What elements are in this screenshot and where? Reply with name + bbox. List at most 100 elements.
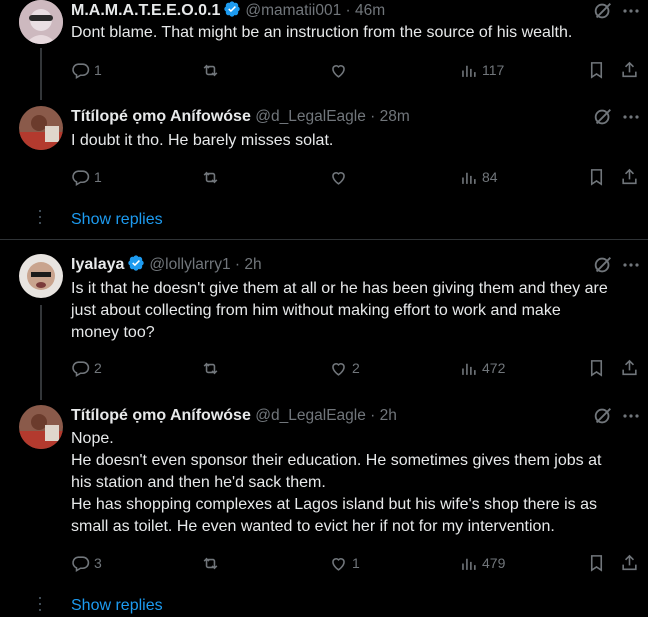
tweet-text-line: Nope. (71, 430, 114, 447)
thread-dots (38, 210, 42, 228)
avatar[interactable] (19, 254, 63, 298)
avatar[interactable] (19, 106, 63, 150)
views-icon (462, 65, 476, 77)
verified-badge-icon (128, 255, 145, 271)
retweet-button[interactable] (201, 166, 220, 188)
thread-line (40, 48, 42, 100)
handle-and-time[interactable]: @lollylarry1 · 2h (149, 256, 261, 273)
handle-and-time[interactable]: @d_LegalEagle · 2h (255, 407, 397, 424)
handle-and-time[interactable]: @mamatii001 · 46m (245, 2, 385, 19)
thread-line (40, 305, 42, 400)
views-button[interactable]: 472 (459, 357, 505, 379)
divider (0, 239, 648, 240)
bookmark-icon[interactable] (587, 166, 606, 188)
reply-count: 1 (94, 169, 102, 185)
views-count: 472 (482, 360, 506, 376)
grok-icon[interactable] (592, 106, 614, 128)
reply-button[interactable]: 1 (71, 59, 102, 81)
tweet-text: I doubt it tho. He barely misses solat. (71, 130, 641, 152)
tweet-text-line: I doubt it tho. He barely misses solat. (71, 132, 334, 149)
reply-icon (72, 555, 90, 572)
like-button[interactable] (329, 166, 348, 188)
share-icon[interactable] (620, 552, 639, 574)
grok-icon[interactable] (592, 0, 614, 22)
share-icon[interactable] (620, 59, 639, 81)
tweet-text-line: Dont blame. That might be an instruction… (71, 24, 573, 41)
show-replies-link[interactable]: Show replies (71, 595, 163, 617)
tweet-actions: 1 117 (71, 59, 648, 81)
retweet-button[interactable] (201, 357, 220, 379)
reply-count: 3 (94, 555, 102, 571)
reply-count: 2 (94, 360, 102, 376)
tweet-actions: 3 1 479 (71, 552, 648, 574)
show-replies-link[interactable]: Show replies (71, 209, 163, 231)
reply-icon (72, 169, 90, 186)
retweet-icon (203, 171, 218, 183)
like-count: 2 (352, 360, 360, 376)
retweet-icon (203, 557, 218, 569)
views-button[interactable]: 479 (459, 552, 505, 574)
tweet-header: Títílopé ọmọ Anífowóse @d_LegalEagle · 2… (71, 106, 410, 128)
views-count: 117 (482, 62, 505, 78)
bookmark-icon[interactable] (587, 552, 606, 574)
more-icon[interactable] (622, 405, 640, 427)
like-button[interactable]: 2 (329, 357, 360, 379)
share-icon[interactable] (620, 357, 639, 379)
retweet-button[interactable] (201, 59, 220, 81)
retweet-button[interactable] (201, 552, 220, 574)
tweet-text-line: Is it that he doesn't give them at all o… (71, 280, 608, 297)
retweet-icon (203, 362, 218, 374)
more-icon[interactable] (622, 0, 640, 22)
tweet-actions: 1 84 (71, 166, 648, 188)
tweet-header: Títílopé ọmọ Anífowóse @d_LegalEagle · 2… (71, 405, 397, 427)
like-icon (332, 557, 345, 571)
display-name[interactable]: Iyalaya (71, 256, 124, 273)
like-count: 1 (352, 555, 360, 571)
tweet-text-line: just about collecting from him without m… (71, 302, 561, 319)
retweet-icon (203, 64, 218, 76)
like-icon (332, 64, 345, 78)
like-button[interactable] (329, 59, 348, 81)
reply-button[interactable]: 1 (71, 166, 102, 188)
verified-badge-icon (224, 1, 241, 17)
grok-icon[interactable] (592, 254, 614, 276)
tweet-header: M.A.M.A.T.E.E.O.0.1 @mamatii001 · 46m (71, 0, 385, 22)
avatar[interactable] (19, 405, 63, 449)
reply-icon (72, 62, 90, 79)
tweet-text-line: He has shopping complexes at Lagos islan… (71, 496, 598, 513)
grok-icon[interactable] (592, 405, 614, 427)
display-name[interactable]: Títílopé ọmọ Anífowóse (71, 108, 251, 125)
tweet-actions: 2 2 472 (71, 357, 648, 379)
bookmark-icon[interactable] (587, 59, 606, 81)
views-count: 84 (482, 169, 498, 185)
tweet-text: Nope. He doesn't even sponsor their educ… (71, 428, 641, 538)
more-icon[interactable] (622, 254, 640, 276)
views-button[interactable]: 117 (459, 59, 504, 81)
like-icon (332, 362, 345, 376)
tweet-text: Dont blame. That might be an instruction… (71, 22, 641, 44)
views-count: 479 (482, 555, 506, 571)
reply-icon (72, 360, 90, 377)
avatar[interactable] (19, 0, 63, 44)
thread-dots (38, 597, 42, 615)
views-icon (462, 172, 476, 184)
tweet-header: Iyalaya @lollylarry1 · 2h (71, 254, 262, 276)
display-name[interactable]: Títílopé ọmọ Anífowóse (71, 407, 251, 424)
reply-button[interactable]: 3 (71, 552, 102, 574)
bookmark-icon[interactable] (587, 357, 606, 379)
views-icon (462, 558, 476, 570)
like-icon (332, 171, 345, 185)
more-icon[interactable] (622, 106, 640, 128)
display-name[interactable]: M.A.M.A.T.E.E.O.0.1 (71, 2, 220, 19)
handle-and-time[interactable]: @d_LegalEagle · 28m (255, 108, 409, 125)
tweet-text: Is it that he doesn't give them at all o… (71, 278, 641, 344)
reply-button[interactable]: 2 (71, 357, 102, 379)
share-icon[interactable] (620, 166, 639, 188)
tweet-text-line: small as toilet. He even wanted to evict… (71, 518, 555, 535)
tweet-text-line: money too? (71, 324, 155, 341)
views-button[interactable]: 84 (459, 166, 498, 188)
views-icon (462, 363, 476, 375)
like-button[interactable]: 1 (329, 552, 360, 574)
tweet-text-line: He doesn't even sponsor their education.… (71, 452, 602, 469)
tweet-text-line: his station and then he'd sack them. (71, 474, 326, 491)
